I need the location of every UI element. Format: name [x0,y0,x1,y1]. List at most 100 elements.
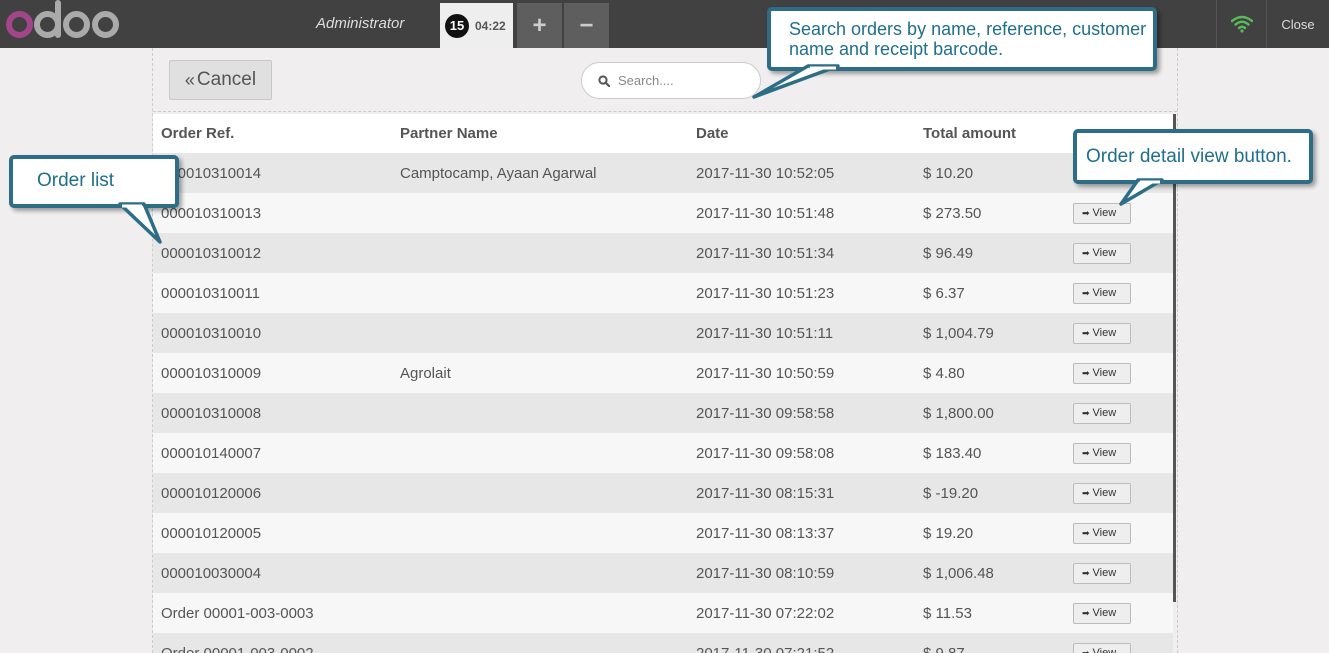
view-button[interactable]: ➡ View [1073,202,1131,224]
action-cell: ➡ View [1073,353,1173,393]
view-button-label: View [1092,247,1117,259]
view-button[interactable]: ➡ View [1073,442,1131,464]
total-amount-cell: $ 6.37 [923,273,1073,313]
view-button-label: View [1092,207,1117,219]
view-button[interactable]: ➡ View [1073,282,1131,304]
action-cell: ➡ View [1073,513,1173,553]
partner-name-cell [400,473,696,513]
cancel-button[interactable]: « Cancel [169,60,272,100]
search-icon [598,74,610,87]
partner-name-cell: Agrolait [400,353,696,393]
action-cell: ➡ View [1073,313,1173,353]
action-cell: ➡ View [1073,273,1173,313]
cancel-label: Cancel [196,69,257,90]
total-amount-cell: $ 4.80 [923,353,1073,393]
table-row[interactable]: 000010310008 2017-11-30 09:58:58 $ 1,800.0… [153,393,1173,433]
table-row[interactable]: 000010310011 2017-11-30 10:51:23 $ 6.37 ➡ Vi… [153,273,1173,313]
action-cell: ➡ View [1073,473,1173,513]
action-cell: ➡ View [1073,553,1173,593]
table-row[interactable]: Order 00001-003-0002 2017-11-30 07:21:52 $… [153,633,1173,653]
view-button[interactable]: ➡ View [1073,642,1131,653]
order-ref-cell: 000010310013 [153,193,400,233]
view-button[interactable]: ➡ View [1073,522,1131,544]
date-cell: 2017-11-30 09:58:58 [696,393,923,433]
username-label[interactable]: Administrator [316,15,404,32]
order-ref-cell: 000010140007 [153,433,400,473]
delete-order-button[interactable]: − [564,3,609,48]
date-cell: 2017-11-30 10:51:34 [696,233,923,273]
new-order-button[interactable]: + [517,3,562,48]
order-tab[interactable]: 15 04:22 [440,3,513,48]
order-ref-cell: 000010310012 [153,233,400,273]
partner-name-cell [400,593,696,633]
search-input[interactable] [618,73,748,88]
table-row[interactable]: 000010140007 2017-11-30 09:58:08 $ 183.40 ➡… [153,433,1173,473]
date-cell: 2017-11-30 07:22:02 [696,593,923,633]
partner-name-cell [400,513,696,553]
view-button[interactable]: ➡ View [1073,562,1131,584]
partner-name-cell [400,433,696,473]
view-button[interactable]: ➡ View [1073,362,1131,384]
table-row[interactable]: 000010310012 2017-11-30 10:51:34 $ 96.49 ➡ V… [153,233,1173,273]
action-cell: ➡ View [1073,593,1173,633]
wifi-icon[interactable] [1216,0,1266,48]
order-ref-cell: 000010310011 [153,273,400,313]
action-cell: ➡ View [1073,633,1173,653]
date-cell: 2017-11-30 08:15:31 [696,473,923,513]
table-row[interactable]: 000010310009 Agrolait 2017-11-30 10:50:59 $… [153,353,1173,393]
sign-in-icon: ➡ [1082,487,1090,498]
view-button[interactable]: ➡ View [1073,482,1131,504]
table-row[interactable]: 000010310013 2017-11-30 10:51:48 $ 273.50 ➡… [153,193,1173,233]
date-cell: 2017-11-30 10:51:11 [696,313,923,353]
total-amount-cell: $ 1,800.00 [923,393,1073,433]
sign-in-icon: ➡ [1082,247,1090,258]
view-button-label: View [1092,647,1117,653]
table-row[interactable]: 000010310014 Camptocamp, Ayaan Agarwal 201… [153,153,1173,193]
total-amount-cell: $ 273.50 [923,193,1073,233]
view-button[interactable]: ➡ View [1073,242,1131,264]
action-cell: ➡ View [1073,433,1173,473]
view-button[interactable]: ➡ View [1073,322,1131,344]
order-ref-cell: 000010120006 [153,473,400,513]
double-chevron-left-icon: « [184,69,195,90]
partner-name-cell [400,553,696,593]
date-cell: 2017-11-30 08:13:37 [696,513,923,553]
col-header-total: Total amount [923,114,1073,153]
sign-in-icon: ➡ [1082,647,1090,653]
sign-in-icon: ➡ [1082,567,1090,578]
table-row[interactable]: 000010030004 2017-11-30 08:10:59 $ 1,006.4… [153,553,1173,593]
order-ref-cell: Order 00001-003-0003 [153,593,400,633]
col-header-date: Date [696,114,923,153]
date-cell: 2017-11-30 10:51:23 [696,273,923,313]
partner-name-cell [400,313,696,353]
view-button-label: View [1092,327,1117,339]
view-button-label: View [1092,367,1117,379]
sign-in-icon: ➡ [1082,367,1090,378]
view-button[interactable]: ➡ View [1073,602,1131,624]
close-button[interactable]: Close [1266,0,1329,48]
total-amount-cell: $ -19.20 [923,473,1073,513]
view-button-label: View [1092,567,1117,579]
date-cell: 2017-11-30 07:21:52 [696,633,923,653]
view-button-label: View [1092,487,1117,499]
sign-in-icon: ➡ [1082,607,1090,618]
view-button[interactable]: ➡ View [1073,402,1131,424]
total-amount-cell: $ 9.87 [923,633,1073,653]
total-amount-cell: $ 11.53 [923,593,1073,633]
table-row[interactable]: 000010120006 2017-11-30 08:15:31 $ -19.20 ➡… [153,473,1173,513]
table-row[interactable]: Order 00001-003-0003 2017-11-30 07:22:02 $… [153,593,1173,633]
view-button-label: View [1092,447,1117,459]
order-ref-cell: 000010310009 [153,353,400,393]
sign-in-icon: ➡ [1082,287,1090,298]
search-box[interactable] [581,62,761,99]
order-time: 04:22 [475,18,506,33]
odoo-logo [6,0,119,44]
order-ref-cell: 000010030004 [153,553,400,593]
table-row[interactable]: 000010120005 2017-11-30 08:13:37 $ 19.20 ➡ V… [153,513,1173,553]
table-row[interactable]: 000010310010 2017-11-30 10:51:11 $ 1,004.7… [153,313,1173,353]
partner-name-cell [400,193,696,233]
col-header-partner-name: Partner Name [400,114,696,153]
partner-name-cell [400,393,696,433]
order-sequence-badge: 15 [445,13,469,38]
scrollbar[interactable] [1173,114,1176,602]
